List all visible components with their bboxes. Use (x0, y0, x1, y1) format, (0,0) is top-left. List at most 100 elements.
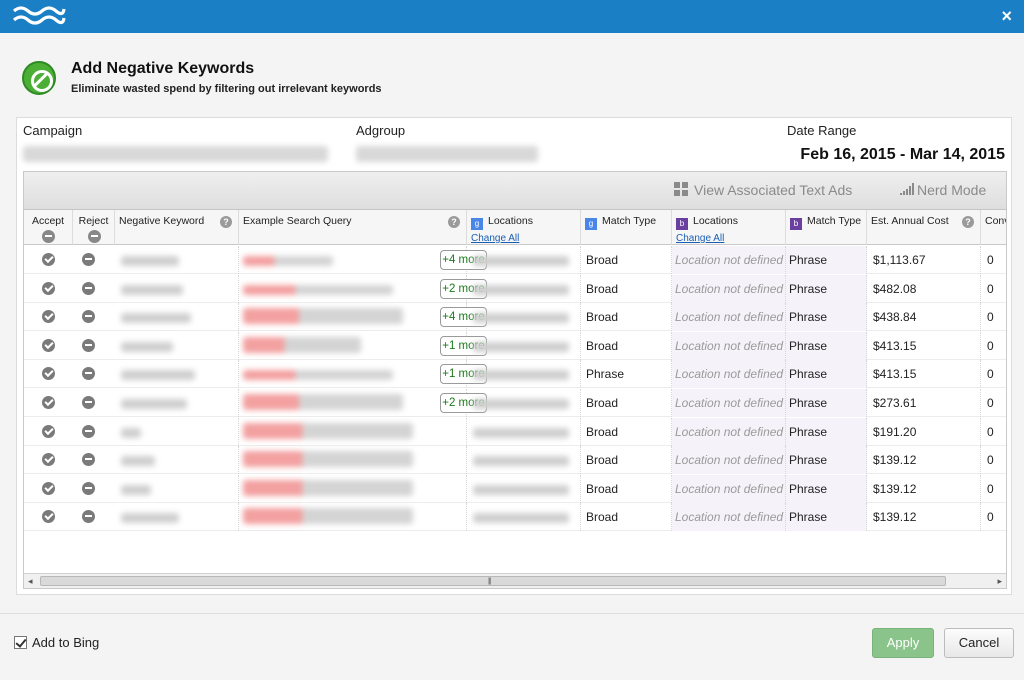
reject-all-icon[interactable] (88, 230, 101, 243)
reject-minus-icon[interactable] (82, 367, 95, 381)
google-location-cell[interactable] (467, 389, 581, 417)
grip-icon: ||| (488, 578, 492, 585)
bing-location-cell[interactable]: Location not defined (672, 503, 786, 532)
reject-minus-icon[interactable] (82, 310, 95, 324)
google-location-cell[interactable] (467, 503, 581, 532)
scroll-left-icon[interactable]: ◂ (28, 576, 33, 587)
bing-location-cell[interactable]: Location not defined (672, 331, 786, 360)
accept-check-icon[interactable] (42, 310, 55, 324)
google-match-type-cell[interactable]: Broad (581, 331, 672, 360)
accept-check-icon[interactable] (42, 367, 55, 381)
help-icon[interactable]: ? (448, 216, 460, 228)
bing-location-cell[interactable]: Location not defined (672, 246, 786, 274)
bing-location-cell[interactable]: Location not defined (672, 446, 786, 475)
est-annual-cost-cell: $273.61 (867, 389, 981, 417)
google-location-cell[interactable] (467, 274, 581, 303)
col-accept[interactable]: Accept (24, 210, 73, 245)
accept-check-icon[interactable] (42, 453, 55, 467)
help-icon[interactable]: ? (962, 216, 974, 228)
dialog-header: Add Negative Keywords Eliminate wasted s… (0, 33, 1024, 113)
google-match-type-cell[interactable]: Broad (581, 474, 672, 503)
bing-match-type-cell[interactable]: Phrase (786, 474, 867, 503)
google-location-cell[interactable] (467, 417, 581, 446)
reject-minus-icon[interactable] (82, 424, 95, 438)
col-google-match-type[interactable]: g Match Type (581, 210, 672, 245)
accept-check-icon[interactable] (42, 481, 55, 495)
accept-check-icon[interactable] (42, 281, 55, 295)
bing-location-cell[interactable]: Location not defined (672, 360, 786, 389)
cancel-button[interactable]: Cancel (944, 628, 1014, 658)
google-match-type-cell[interactable]: Broad (581, 303, 672, 332)
est-annual-cost-cell: $438.84 (867, 303, 981, 332)
col-reject[interactable]: Reject (73, 210, 115, 245)
google-location-cell[interactable] (467, 474, 581, 503)
conv-cell: 0 (987, 396, 994, 410)
accept-check-icon[interactable] (42, 396, 55, 409)
google-badge-icon: g (471, 218, 483, 230)
bing-location-cell[interactable]: Location not defined (672, 389, 786, 417)
google-location-cell[interactable] (467, 331, 581, 360)
google-match-type-cell[interactable]: Phrase (581, 360, 672, 389)
google-match-type-cell[interactable]: Broad (581, 417, 672, 446)
google-match-type-cell[interactable]: Broad (581, 246, 672, 274)
google-location-cell[interactable] (467, 360, 581, 389)
view-associated-ads-button[interactable]: View Associated Text Ads (674, 182, 852, 198)
bing-match-type-cell[interactable]: Phrase (786, 446, 867, 475)
add-to-bing-checkbox[interactable] (14, 636, 27, 649)
conv-cell: 0 (987, 310, 994, 325)
google-location-cell[interactable] (467, 246, 581, 274)
accept-check-icon[interactable] (42, 338, 55, 352)
reject-minus-icon[interactable] (82, 396, 95, 409)
bing-match-type-cell[interactable]: Phrase (786, 389, 867, 417)
col-negative-keyword[interactable]: Negative Keyword ? (115, 210, 239, 245)
google-match-type-cell[interactable]: Broad (581, 446, 672, 475)
col-cost-label: Est. Annual Cost (871, 215, 949, 227)
help-icon[interactable]: ? (220, 216, 232, 228)
google-change-all-link[interactable]: Change All (471, 233, 576, 244)
reject-minus-icon[interactable] (82, 481, 95, 495)
example-query-cell (239, 389, 467, 417)
google-match-type-cell[interactable]: Broad (581, 503, 672, 532)
table-row: +4 more Broad Location not defined Phrase $1… (24, 246, 1006, 274)
bing-location-cell[interactable]: Location not defined (672, 303, 786, 332)
google-location-cell[interactable] (467, 303, 581, 332)
close-icon[interactable]: × (1001, 6, 1012, 26)
bing-change-all-link[interactable]: Change All (676, 233, 781, 244)
col-example-query[interactable]: Example Search Query ? (239, 210, 467, 245)
reject-minus-icon[interactable] (82, 338, 95, 352)
redacted-location (473, 513, 569, 524)
reject-minus-icon[interactable] (82, 253, 95, 266)
apply-button[interactable]: Apply (872, 628, 934, 658)
bing-match-type-cell[interactable]: Phrase (786, 331, 867, 360)
bing-match-type-cell[interactable]: Phrase (786, 303, 867, 332)
accept-all-icon[interactable] (42, 230, 55, 243)
accept-check-icon[interactable] (42, 510, 55, 524)
bing-location-cell[interactable]: Location not defined (672, 417, 786, 446)
reject-minus-icon[interactable] (82, 453, 95, 467)
bing-match-type-cell[interactable]: Phrase (786, 503, 867, 532)
google-match-type-cell[interactable]: Broad (581, 389, 672, 417)
est-annual-cost-cell: $413.15 (867, 331, 981, 360)
google-location-cell[interactable] (467, 446, 581, 475)
example-query-cell (239, 331, 467, 360)
col-conv[interactable]: Conv (981, 210, 1006, 245)
col-est-annual-cost[interactable]: Est. Annual Cost ? (867, 210, 981, 245)
col-bing-match-type[interactable]: b Match Type (786, 210, 867, 245)
conv-cell: 0 (987, 424, 994, 439)
bing-location-cell[interactable]: Location not defined (672, 474, 786, 503)
google-match-type-cell[interactable]: Broad (581, 274, 672, 303)
bing-match-type-cell[interactable]: Phrase (786, 246, 867, 274)
reject-minus-icon[interactable] (82, 510, 95, 524)
bing-match-type-cell[interactable]: Phrase (786, 360, 867, 389)
scroll-right-icon[interactable]: ▸ (997, 576, 1002, 587)
nerd-mode-button[interactable]: Nerd Mode (900, 182, 986, 198)
table-row: Broad Location not defined Phrase $139.12 0 (24, 446, 1006, 475)
reject-minus-icon[interactable] (82, 281, 95, 295)
scroll-thumb[interactable]: ||| (40, 576, 946, 586)
accept-check-icon[interactable] (42, 424, 55, 438)
accept-check-icon[interactable] (42, 253, 55, 266)
bing-location-cell[interactable]: Location not defined (672, 274, 786, 303)
bing-match-type-cell[interactable]: Phrase (786, 417, 867, 446)
horizontal-scrollbar[interactable]: ◂ ||| ▸ (24, 573, 1006, 588)
bing-match-type-cell[interactable]: Phrase (786, 274, 867, 303)
